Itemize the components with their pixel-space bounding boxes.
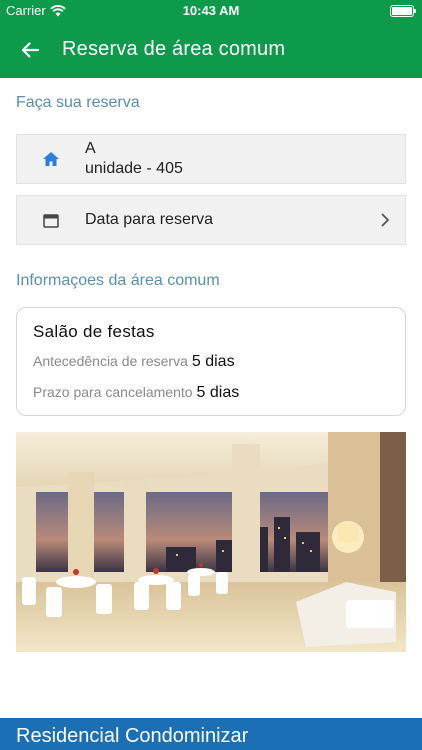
cancel-label: Prazo para cancelamento bbox=[33, 384, 193, 400]
advance-label: Antecedência de reserva bbox=[33, 353, 188, 369]
battery-icon bbox=[390, 5, 416, 17]
chevron-right-icon bbox=[365, 213, 405, 227]
advance-row: Antecedência de reserva 5 dias bbox=[33, 353, 235, 371]
advance-value: 5 dias bbox=[191, 353, 235, 370]
cancel-row: Prazo para cancelamento 5 dias bbox=[33, 384, 239, 402]
back-button[interactable] bbox=[14, 34, 46, 66]
app-header: Carrier 10:43 AM Reserva de área comum bbox=[0, 0, 422, 78]
page-title: Reserva de área comum bbox=[62, 38, 286, 60]
common-area-card: Salão de festas Antecedência de reserva 5… bbox=[16, 307, 406, 416]
unit-block: A bbox=[85, 140, 96, 157]
status-bar: Carrier 10:43 AM bbox=[0, 0, 422, 22]
area-name: Salão de festas bbox=[33, 322, 155, 341]
common-area-section-title: Informaçoes da área comum bbox=[16, 272, 220, 289]
home-icon bbox=[17, 151, 85, 167]
footer-bar: Residencial Condominizar bbox=[0, 718, 422, 750]
cancel-value: 5 dias bbox=[196, 384, 240, 401]
date-picker[interactable]: Data para reserva bbox=[16, 195, 406, 245]
status-time: 10:43 AM bbox=[182, 3, 240, 18]
date-label: Data para reserva bbox=[85, 211, 214, 228]
arrow-left-icon bbox=[21, 42, 40, 58]
unit-number: unidade - 405 bbox=[85, 160, 183, 177]
area-photo bbox=[16, 432, 406, 652]
calendar-icon bbox=[17, 213, 85, 228]
unit-selector[interactable]: A unidade - 405 bbox=[16, 134, 406, 184]
reservation-section-title: Faça sua reserva bbox=[16, 94, 140, 111]
